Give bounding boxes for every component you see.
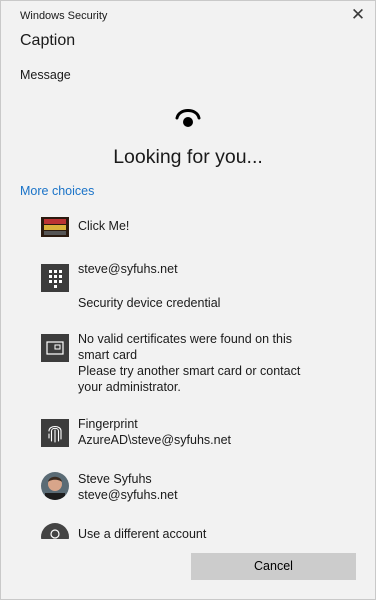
option-steve-syfuhs[interactable]: Steve Syfuhs steve@syfuhs.net xyxy=(41,470,351,504)
click-me-image-icon xyxy=(41,217,69,237)
option-smart-card[interactable]: No valid certificates were found on this… xyxy=(41,330,351,396)
smart-card-line-2: smart card xyxy=(78,348,138,362)
option-fingerprint[interactable]: Fingerprint AzureAD\steve@syfuhs.net xyxy=(41,415,351,449)
option-security-device-type: Security device credential xyxy=(78,296,221,310)
windows-security-dialog: Windows Security ✕ Caption Message Looki… xyxy=(0,0,376,600)
title-bar: Windows Security ✕ xyxy=(1,1,375,31)
fingerprint-icon xyxy=(41,419,69,447)
option-security-device[interactable]: steve@syfuhs.net Security device credent… xyxy=(41,260,351,310)
user-email: steve@syfuhs.net xyxy=(78,488,178,502)
more-choices-link[interactable]: More choices xyxy=(20,184,94,198)
keypad-icon xyxy=(41,264,69,292)
cancel-button[interactable]: Cancel xyxy=(191,553,356,580)
smart-card-line-3: Please try another smart card or contact xyxy=(78,364,301,378)
smart-card-line-4: your administrator. xyxy=(78,380,181,394)
option-security-device-user: steve@syfuhs.net xyxy=(78,262,178,276)
message-text: Message xyxy=(20,68,71,82)
option-click-me[interactable]: Click Me! xyxy=(41,217,351,239)
window-title: Windows Security xyxy=(20,10,108,22)
status-text: Looking for you... xyxy=(113,146,263,168)
option-click-me-label: Click Me! xyxy=(78,219,130,233)
face-recognition-icon xyxy=(175,109,201,127)
smart-card-icon xyxy=(41,334,69,362)
caption-heading: Caption xyxy=(20,32,76,49)
user-display-name: Steve Syfuhs xyxy=(78,472,152,486)
smart-card-line-1: No valid certificates were found on this xyxy=(78,332,292,346)
dialog-footer: Cancel xyxy=(1,539,375,599)
avatar xyxy=(41,472,69,500)
fingerprint-label: Fingerprint xyxy=(78,417,138,431)
fingerprint-account: AzureAD\steve@syfuhs.net xyxy=(78,433,232,447)
close-icon[interactable]: ✕ xyxy=(347,5,369,27)
